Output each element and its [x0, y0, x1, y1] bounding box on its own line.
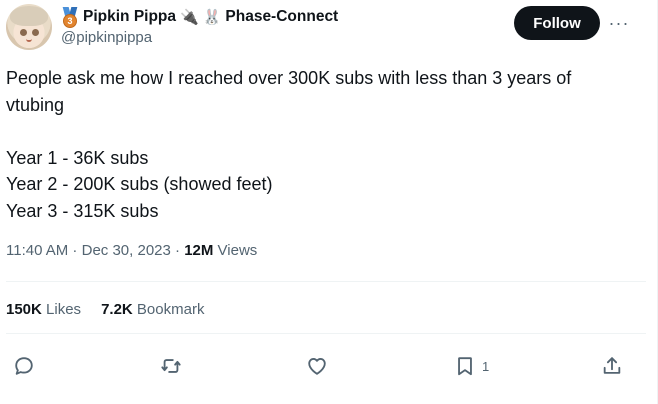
tweet-date[interactable]: Dec 30, 2023 — [82, 242, 171, 259]
rabbit-emoji-icon: 🐰 — [202, 8, 222, 26]
tweet-line: Year 3 - 315K subs — [6, 200, 159, 221]
likes-stat[interactable]: 150K Likes — [6, 301, 81, 318]
bookmarks-label: Bookmark — [136, 301, 205, 318]
tweet-actions: 1 — [0, 353, 658, 379]
meta-separator: · — [170, 242, 185, 259]
bookmark-button[interactable]: 1 — [454, 353, 489, 379]
share-button[interactable] — [601, 353, 623, 379]
avatar-eye-right — [32, 29, 39, 36]
retweet-button[interactable] — [160, 353, 182, 379]
tweet-line: People ask me how I reached over 300K su… — [6, 68, 572, 88]
likes-label: Likes — [46, 301, 82, 318]
share-icon — [603, 357, 621, 374]
author-display-name[interactable]: Pipkin Pippa — [83, 8, 176, 26]
divider — [6, 333, 646, 334]
likes-count: 150K — [6, 301, 42, 318]
reply-button[interactable] — [13, 353, 35, 379]
plug-emoji-icon: 🔌 — [180, 8, 199, 26]
more-options-icon[interactable]: ··· — [606, 10, 632, 36]
tweet-line: Year 1 - 36K subs — [6, 147, 149, 168]
like-button[interactable] — [306, 353, 328, 379]
bookmarks-count: 7.2K — [101, 301, 133, 318]
avatar-eye-left — [20, 29, 27, 36]
heart-icon — [308, 358, 326, 375]
tweet-line-blank — [6, 118, 646, 145]
reply-icon — [15, 357, 33, 375]
views-count: 12M — [184, 242, 214, 259]
follow-button[interactable]: Follow — [514, 6, 600, 40]
views-label: Views — [217, 242, 258, 259]
tweet-time[interactable]: 11:40 AM — [6, 242, 68, 259]
bookmark-icon — [458, 357, 472, 376]
divider — [6, 281, 646, 282]
tweet-card: 3 Pipkin Pippa 🔌 🐰 Phase-Connect @pipkin… — [0, 0, 658, 404]
bookmark-count: 1 — [482, 358, 490, 374]
meta-separator: · — [68, 242, 82, 259]
tweet-stats: 150K Likes 7.2K Bookmark — [6, 301, 204, 318]
avatar[interactable] — [6, 4, 52, 50]
tweet-line: Year 2 - 200K subs (showed feet) — [6, 174, 273, 194]
avatar-mouth — [26, 39, 32, 42]
tweet-line: vtubing — [6, 94, 65, 115]
author-affiliation[interactable]: Phase-Connect — [225, 8, 338, 26]
bookmarks-stat[interactable]: 7.2K Bookmark — [101, 301, 204, 318]
tweet-meta: 11:40 AM · Dec 30, 2023 · 12M Views — [6, 242, 257, 259]
retweet-icon — [161, 359, 181, 373]
author-handle[interactable]: @pipkinpippa — [61, 29, 152, 46]
tweet-text: People ask me how I reached over 300K su… — [6, 65, 646, 224]
author-name-row: 3 Pipkin Pippa 🔌 🐰 Phase-Connect — [61, 6, 338, 28]
medal-icon: 3 — [61, 7, 79, 28]
